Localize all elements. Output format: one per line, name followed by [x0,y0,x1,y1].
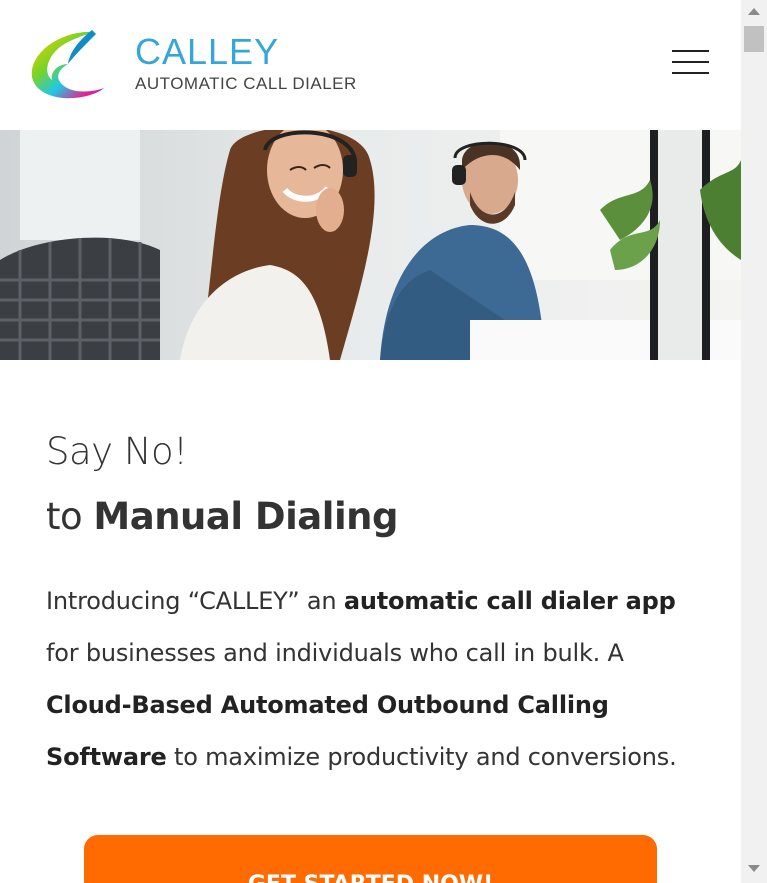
headline-bold: Manual Dialing [93,495,398,538]
scrollbar-thumb[interactable] [744,26,764,52]
headline-manual-dialing: to Manual Dialing [46,495,398,538]
intro-text-1: Introducing “CALLEY” an [46,587,344,615]
headline-say-no: Say No! [46,430,188,473]
site-header: CALLEY AUTOMATIC CALL DIALER [0,0,741,130]
scroll-down-arrow-icon[interactable] [748,865,760,872]
intro-bold-1: automatic call dialer app [343,587,676,615]
calley-swirl-logo-icon[interactable] [28,28,108,102]
headline-prefix: to [46,495,94,538]
vertical-scrollbar[interactable] [741,0,767,883]
intro-text-2: for businesses and individuals who call … [46,639,624,667]
scroll-up-arrow-icon[interactable] [748,8,760,15]
get-started-button[interactable]: GET STARTED NOW! [84,835,657,883]
intro-paragraph: Introducing “CALLEY” an automatic call d… [46,575,706,783]
menu-bar [672,50,709,52]
hero-image [0,130,741,360]
brand-name[interactable]: CALLEY [135,32,279,72]
menu-bar [672,72,709,74]
page: CALLEY AUTOMATIC CALL DIALER Say No! to … [0,0,741,883]
brand-tagline: AUTOMATIC CALL DIALER [135,74,357,93]
hamburger-menu-icon[interactable] [672,50,710,80]
menu-bar [672,61,709,63]
intro-text-3: to maximize productivity and conversions… [166,743,677,771]
